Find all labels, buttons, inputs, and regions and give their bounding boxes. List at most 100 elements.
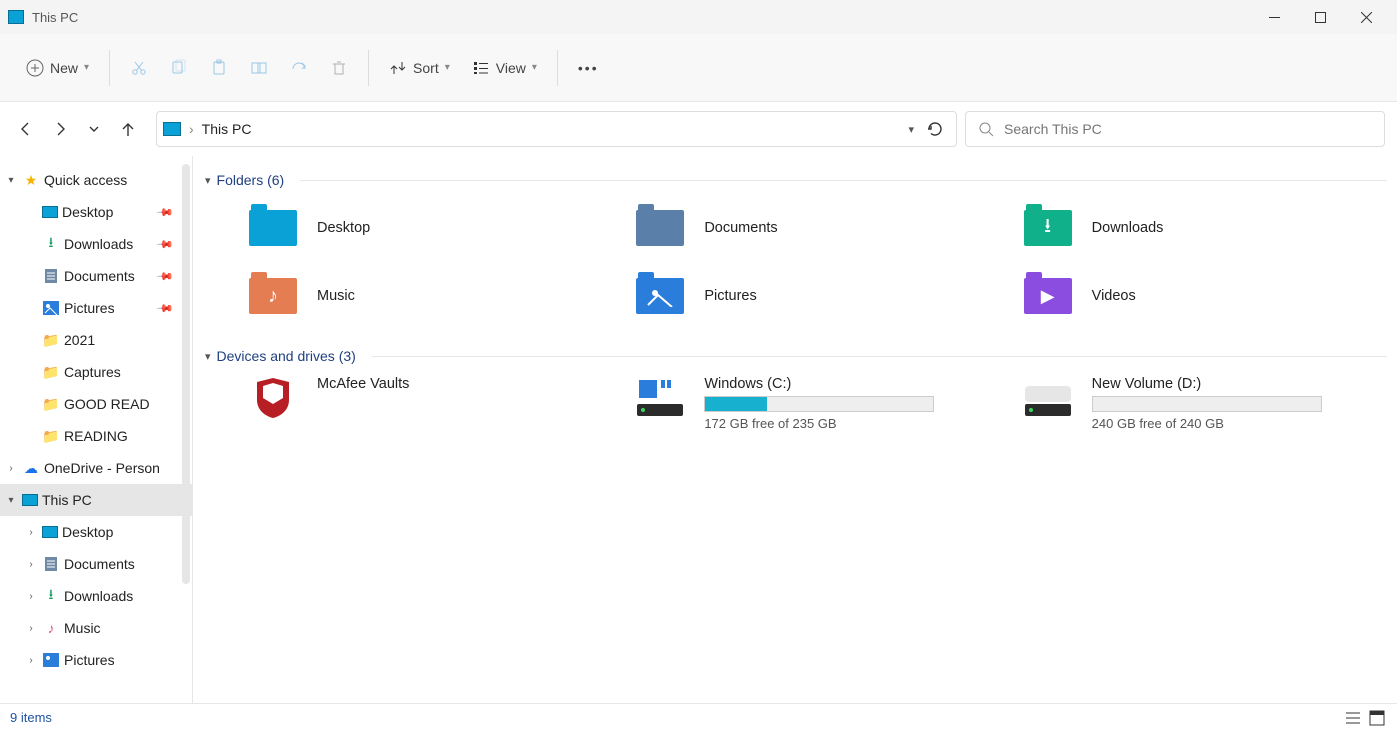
search-icon — [978, 121, 994, 137]
sort-label: Sort — [413, 60, 439, 76]
refresh-button[interactable] — [926, 120, 944, 138]
paste-button[interactable] — [200, 53, 238, 83]
breadcrumb-thispc[interactable]: This PC — [202, 121, 252, 137]
cut-button[interactable] — [120, 53, 158, 83]
sort-icon — [389, 59, 407, 77]
close-button[interactable] — [1343, 0, 1389, 34]
item-label: Downloads — [1092, 220, 1164, 236]
chevron-right-icon: › — [4, 461, 18, 475]
view-button[interactable]: View ▾ — [462, 53, 547, 83]
drive-icon — [1020, 376, 1076, 420]
paste-icon — [210, 59, 228, 77]
tree-pictures[interactable]: Pictures 📌 — [0, 292, 192, 324]
drive-c[interactable]: Windows (C:) 172 GB free of 235 GB — [632, 376, 999, 432]
storage-text: 172 GB free of 235 GB — [704, 416, 934, 431]
tree-desktop[interactable]: Desktop📌 — [0, 196, 192, 228]
chevron-down-icon: ▾ — [84, 62, 89, 73]
delete-button[interactable] — [320, 53, 358, 83]
copy-icon — [170, 59, 188, 77]
group-drives-header[interactable]: ▾ Devices and drives (3) — [205, 348, 1387, 364]
rename-button[interactable] — [240, 53, 278, 83]
folder-music[interactable]: ♪Music — [245, 268, 612, 324]
new-button[interactable]: New ▾ — [16, 53, 99, 83]
chevron-down-icon: ▾ — [4, 173, 18, 187]
tree-label: Pictures — [64, 652, 115, 668]
share-button[interactable] — [280, 53, 318, 83]
desktop-icon — [42, 206, 58, 218]
statusbar: 9 items — [0, 703, 1397, 731]
address-bar[interactable]: › This PC ▾ — [156, 111, 957, 147]
minimize-button[interactable] — [1251, 0, 1297, 34]
tree-documents[interactable]: Documents📌 — [0, 260, 192, 292]
folder-downloads[interactable]: ⭳Downloads — [1020, 200, 1387, 256]
tree-downloads[interactable]: ⭳Downloads📌 — [0, 228, 192, 260]
tree-downloads[interactable]: ›⭳Downloads — [0, 580, 192, 612]
forward-button[interactable] — [46, 115, 74, 143]
tree-onedrive[interactable]: › ☁ OneDrive - Person — [0, 452, 192, 484]
folder-icon: 📁 — [42, 427, 60, 445]
icons-view-button[interactable] — [1367, 708, 1387, 728]
up-button[interactable] — [114, 115, 142, 143]
chevron-right-icon: › — [24, 589, 38, 603]
drive-d[interactable]: New Volume (D:) 240 GB free of 240 GB — [1020, 376, 1387, 432]
search-box[interactable] — [965, 111, 1385, 147]
folder-desktop[interactable]: Desktop — [245, 200, 612, 256]
storage-bar — [1092, 396, 1322, 412]
scrollbar-thumb[interactable] — [182, 164, 190, 584]
folder-pictures[interactable]: Pictures — [632, 268, 999, 324]
new-label: New — [50, 60, 78, 76]
scissors-icon — [130, 59, 148, 77]
folder-icon: 📁 — [42, 395, 60, 413]
group-folders-header[interactable]: ▾ Folders (6) — [205, 172, 1387, 188]
tree-folder[interactable]: 📁2021 — [0, 324, 192, 356]
folder-videos[interactable]: ▶ Videos — [1020, 268, 1387, 324]
folders-grid: Desktop Documents ⭳Downloads ♪Music Pict… — [205, 194, 1387, 342]
download-icon: ⭳ — [42, 587, 60, 605]
music-icon: ♪ — [42, 619, 60, 637]
plus-circle-icon — [26, 59, 44, 77]
picture-icon — [42, 651, 60, 669]
tree-desktop[interactable]: ›Desktop — [0, 516, 192, 548]
item-label: Videos — [1092, 288, 1136, 304]
folder-icon — [249, 210, 297, 246]
thispc-icon — [8, 10, 24, 24]
trash-icon — [330, 59, 348, 77]
tree-folder[interactable]: 📁Captures — [0, 356, 192, 388]
drive-mcafee[interactable]: McAfee Vaults — [245, 376, 612, 432]
back-button[interactable] — [12, 115, 40, 143]
chevron-down-icon[interactable]: ▾ — [908, 123, 914, 136]
copy-button[interactable] — [160, 53, 198, 83]
item-label: Windows (C:) — [704, 376, 934, 392]
pin-icon: 📌 — [156, 299, 175, 318]
tree-quick-access[interactable]: ▾ ★ Quick access — [0, 164, 192, 196]
tree-label: READING — [64, 428, 128, 444]
search-input[interactable] — [1004, 121, 1372, 137]
pin-icon: 📌 — [156, 267, 175, 286]
tree-thispc[interactable]: ▾ This PC — [0, 484, 192, 516]
tree-pictures[interactable]: ›Pictures — [0, 644, 192, 676]
folder-icon: ▶ — [1024, 278, 1072, 314]
chevron-right-icon: › — [24, 621, 38, 635]
more-button[interactable]: ••• — [568, 54, 609, 82]
details-view-button[interactable] — [1343, 708, 1363, 728]
tree-documents[interactable]: ›Documents — [0, 548, 192, 580]
tree-folder[interactable]: 📁GOOD READ — [0, 388, 192, 420]
tree-folder[interactable]: 📁READING — [0, 420, 192, 452]
storage-bar — [704, 396, 934, 412]
cloud-icon: ☁ — [22, 459, 40, 477]
chevron-right-icon: › — [189, 121, 194, 137]
recent-button[interactable] — [80, 115, 108, 143]
folder-documents[interactable]: Documents — [632, 200, 999, 256]
item-label: Documents — [704, 220, 777, 236]
maximize-button[interactable] — [1297, 0, 1343, 34]
document-icon — [42, 267, 60, 285]
pin-icon: 📌 — [156, 203, 175, 222]
sort-button[interactable]: Sort ▾ — [379, 53, 460, 83]
titlebar: This PC — [0, 0, 1397, 34]
tree-label: 2021 — [64, 332, 95, 348]
tree-label: Pictures — [64, 300, 115, 316]
separator — [557, 50, 558, 86]
more-icon: ••• — [578, 60, 599, 76]
item-label: McAfee Vaults — [317, 376, 409, 392]
tree-music[interactable]: ›♪Music — [0, 612, 192, 644]
